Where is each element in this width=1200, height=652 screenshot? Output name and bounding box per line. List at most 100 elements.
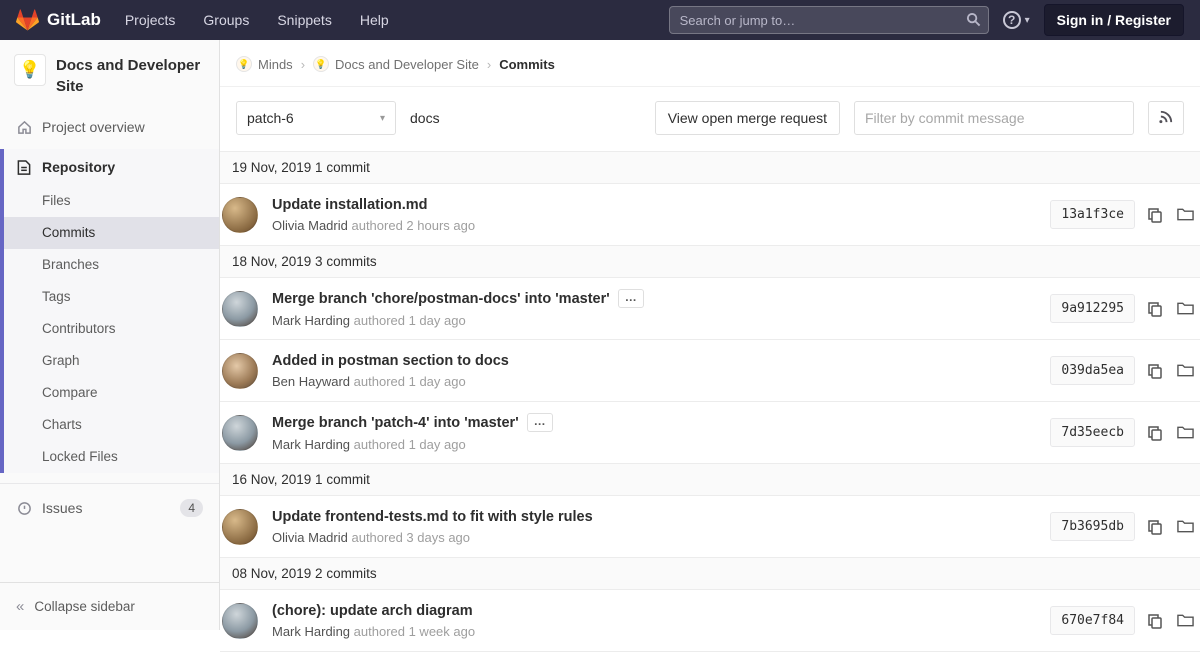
search-icon[interactable] [966,12,981,30]
help-dropdown[interactable]: ? ▾ [1003,11,1030,29]
breadcrumb-project-link[interactable]: Docs and Developer Site [335,57,479,72]
view-open-merge-request-button[interactable]: View open merge request [655,101,840,135]
commit-author-link[interactable]: Olivia Madrid [272,530,348,545]
browse-files-button[interactable] [1175,423,1196,442]
sidebar-item-repository[interactable]: Repository [4,149,219,185]
project-name[interactable]: Docs and Developer Site [56,54,203,97]
commit-author-link[interactable]: Mark Harding [272,313,350,328]
copy-sha-button[interactable] [1145,361,1165,381]
copy-sha-button[interactable] [1145,423,1165,443]
nav-item-snippets[interactable]: Snippets [277,12,331,28]
main-content: 💡 Minds › 💡 Docs and Developer Site › Co… [220,0,1200,652]
sidebar-item-project-overview[interactable]: Project overview [0,109,219,145]
project-mini-avatar: 💡 [313,56,329,72]
browse-files-button[interactable] [1175,517,1196,536]
commit-title-link[interactable]: Update installation.md [272,197,428,213]
commit-sha[interactable]: 7d35eecb [1050,418,1135,447]
copy-sha-button[interactable] [1145,205,1165,225]
branch-selector-dropdown[interactable]: patch-6 ▾ [236,101,396,135]
commit-title-link[interactable]: Added in postman section to docs [272,353,509,369]
commit-row: Update frontend-tests.md to fit with sty… [220,496,1200,558]
commit-authored-time: authored 1 day ago [354,313,466,328]
sidebar-item-branches[interactable]: Branches [4,249,219,281]
sidebar-item-tags[interactable]: Tags [4,281,219,313]
commit-title-link[interactable]: Merge branch 'chore/postman-docs' into '… [272,291,610,307]
commit-row: Merge branch 'chore/postman-docs' into '… [220,278,1200,340]
commit-sha[interactable]: 7b3695db [1050,512,1135,541]
brand-name: GitLab [47,10,101,30]
commit-date-header: 16 Nov, 2019 1 commit [220,464,1200,496]
commit-author-link[interactable]: Mark Harding [272,437,350,452]
sidebar-item-commits[interactable]: Commits [4,217,219,249]
breadcrumb-separator: › [487,57,491,72]
sidebar-item-issues[interactable]: Issues 4 [0,490,219,526]
author-avatar[interactable] [222,353,258,389]
sidebar-item-locked-files[interactable]: Locked Files [4,441,219,473]
gitlab-logo[interactable]: GitLab [16,9,101,32]
nav-item-projects[interactable]: Projects [125,12,176,28]
sidebar-item-files[interactable]: Files [4,185,219,217]
copy-sha-button[interactable] [1145,517,1165,537]
issues-count-badge: 4 [180,499,203,517]
project-avatar[interactable]: 💡 [14,54,46,86]
group-avatar: 💡 [236,56,252,72]
commit-authored-time: authored 1 week ago [354,624,475,639]
copy-sha-button[interactable] [1145,299,1165,319]
nav-item-groups[interactable]: Groups [203,12,249,28]
project-sidebar: 💡 Docs and Developer Site Project overvi… [0,40,220,630]
rss-icon [1159,109,1174,127]
sidebar-item-graph[interactable]: Graph [4,345,219,377]
sign-in-button[interactable]: Sign in / Register [1044,4,1184,36]
commits-feed-button[interactable] [1148,101,1184,135]
commit-row: Merge branch 'patch-4' into 'master' … M… [220,402,1200,464]
commit-authored-time: authored 1 day ago [354,374,466,389]
copy-sha-button[interactable] [1145,611,1165,631]
commit-author-link[interactable]: Olivia Madrid [272,218,348,233]
commit-authored-time: authored 1 day ago [354,437,466,452]
top-navbar: GitLab Projects Groups Snippets Help ? ▾… [0,0,1200,40]
commit-title-link[interactable]: Update frontend-tests.md to fit with sty… [272,509,593,525]
breadcrumb-current-page: Commits [499,57,555,72]
browse-files-button[interactable] [1175,205,1196,224]
breadcrumb: 💡 Minds › 💡 Docs and Developer Site › Co… [220,40,1200,87]
sidebar-item-compare[interactable]: Compare [4,377,219,409]
commit-author-link[interactable]: Mark Harding [272,624,350,639]
nav-item-help[interactable]: Help [360,12,389,28]
commit-authored-time: authored 3 days ago [351,530,470,545]
commit-row: (chore): update arch diagram Mark Hardin… [220,590,1200,652]
commit-sha[interactable]: 039da5ea [1050,356,1135,385]
commit-sha[interactable]: 9a912295 [1050,294,1135,323]
author-avatar[interactable] [222,197,258,233]
author-avatar[interactable] [222,603,258,639]
commits-controls: patch-6 ▾ docs View open merge request [220,87,1200,151]
commit-row: Added in postman section to docs Ben Hay… [220,340,1200,402]
author-avatar[interactable] [222,509,258,545]
commit-author-link[interactable]: Ben Hayward [272,374,350,389]
commit-title-link[interactable]: Merge branch 'patch-4' into 'master' [272,415,519,431]
browse-files-button[interactable] [1175,299,1196,318]
commit-authored-time: authored 2 hours ago [351,218,475,233]
chevron-down-icon: ▾ [380,113,385,124]
browse-files-button[interactable] [1175,611,1196,630]
sidebar-item-contributors[interactable]: Contributors [4,313,219,345]
expand-commit-description-button[interactable]: … [618,289,644,308]
breadcrumb-group-link[interactable]: Minds [258,57,293,72]
collapse-sidebar-button[interactable]: « Collapse sidebar [0,582,219,630]
expand-commit-description-button[interactable]: … [527,413,553,432]
search-input[interactable] [669,6,989,34]
repo-path-label: docs [410,110,440,126]
home-icon [16,120,32,135]
sidebar-item-charts[interactable]: Charts [4,409,219,441]
commit-date-header: 19 Nov, 2019 1 commit [220,152,1200,184]
commit-sha[interactable]: 670e7f84 [1050,606,1135,635]
commit-row: Update installation.md Olivia Madrid aut… [220,184,1200,246]
tanuki-icon [16,9,39,32]
commit-title-link[interactable]: (chore): update arch diagram [272,603,473,619]
filter-commit-message-input[interactable] [854,101,1134,135]
author-avatar[interactable] [222,415,258,451]
author-avatar[interactable] [222,291,258,327]
browse-files-button[interactable] [1175,361,1196,380]
sidebar-section-repository: Repository Files Commits Branches Tags C… [0,149,219,473]
commit-sha[interactable]: 13a1f3ce [1050,200,1135,229]
double-chevron-left-icon: « [16,598,24,615]
